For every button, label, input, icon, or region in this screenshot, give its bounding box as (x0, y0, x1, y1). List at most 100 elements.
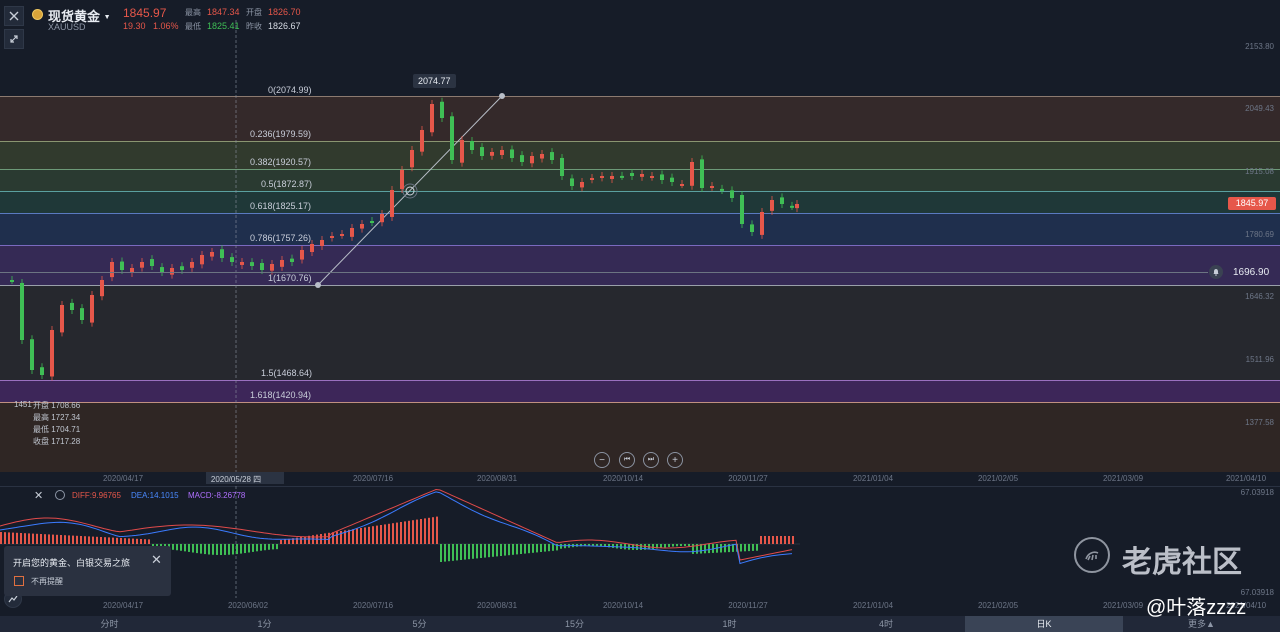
candle-body (360, 224, 364, 229)
macd-bar (488, 544, 490, 558)
macd-dea-label: DEA:14.1015 (131, 491, 179, 500)
price-chart[interactable] (0, 0, 1280, 472)
macd-bar (176, 544, 178, 551)
candle-body (200, 255, 204, 265)
macd-bar (404, 521, 406, 544)
zoom-out-button[interactable]: − (594, 452, 610, 468)
ohlc-open: 开盘 1708.66 (33, 401, 81, 410)
price-axis-label: 1646.32 (1245, 292, 1274, 301)
macd-bar (132, 538, 134, 544)
macd-bar (388, 523, 390, 544)
macd-bar (560, 544, 562, 549)
macd-bar (244, 544, 246, 554)
candle-body (630, 173, 634, 176)
candle-body (280, 260, 284, 267)
candle-body (50, 330, 54, 377)
macd-close-button[interactable]: ✕ (34, 489, 43, 502)
timeframe-tab-daily[interactable]: 日K (965, 616, 1123, 632)
macd-bar (324, 533, 326, 544)
macd-bar (516, 544, 518, 555)
macd-bar (28, 533, 30, 544)
macd-bar (108, 537, 110, 544)
low-value: 1825.41 (207, 21, 240, 31)
macd-bar (192, 544, 194, 553)
macd-bar (380, 525, 382, 544)
macd-bar (240, 544, 242, 554)
watermark-user: @叶落zzzz (1146, 597, 1247, 619)
macd-bar (384, 524, 386, 544)
candle-body (80, 308, 84, 320)
timeframe-tab-1min[interactable]: 1分 (187, 616, 342, 632)
macd-bar (668, 544, 670, 547)
timeframe-tab-1m-time[interactable]: 分时 (32, 616, 187, 632)
macd-bar (20, 533, 22, 544)
macd-bar (180, 544, 182, 551)
macd-bar (616, 544, 618, 549)
price-axis-label: 2049.43 (1245, 104, 1274, 113)
candle-body (370, 221, 374, 224)
macd-bar (764, 536, 766, 544)
macd-bar (364, 527, 366, 544)
expand-button[interactable] (4, 29, 24, 49)
macd-bar (40, 534, 42, 544)
macd-bar (32, 533, 34, 544)
macd-bar (216, 544, 218, 555)
candle-body (750, 224, 754, 232)
candle-body (680, 184, 684, 186)
macd-bar (300, 537, 302, 544)
candle-body (580, 182, 584, 188)
candle-body (730, 190, 734, 198)
settings-icon[interactable] (55, 490, 65, 500)
timeframe-tab-15min[interactable]: 15分 (497, 616, 652, 632)
candle-body (620, 175, 624, 178)
candle-body (300, 250, 304, 260)
skip-back-button[interactable]: ⏮ (619, 452, 635, 468)
macd-bar (536, 544, 538, 553)
macd-bar (92, 536, 94, 544)
candle-body (510, 149, 514, 158)
alert-line[interactable] (0, 272, 1208, 273)
prev-close-value: 1826.67 (268, 21, 301, 31)
zoom-in-button[interactable]: + (667, 452, 683, 468)
candle-body (710, 186, 714, 188)
candle-body (340, 234, 344, 236)
macd-bar (264, 544, 266, 551)
close-chart-button[interactable] (4, 6, 24, 26)
candle-body (90, 295, 94, 323)
high-value: 1847.34 (207, 7, 240, 17)
candle-body (420, 130, 424, 152)
timeframe-tab-5min[interactable]: 5分 (342, 616, 497, 632)
macd-bar (280, 540, 282, 544)
macd-bar (124, 538, 126, 544)
macd-bar (8, 532, 10, 544)
macd-bar (16, 532, 18, 544)
macd-bar (260, 544, 262, 551)
x-label: 2020/07/16 (352, 474, 394, 483)
macd-bar (272, 544, 274, 550)
candle-body (760, 212, 764, 235)
macd-bar (348, 529, 350, 544)
macd-bar (612, 544, 614, 548)
macd-bar (452, 544, 454, 561)
current-price-tag: 1845.97 (1228, 197, 1276, 210)
zoom-in-icon: + (672, 454, 678, 466)
timeframe-tab-4h[interactable]: 4时 (807, 616, 965, 632)
macd-bar (104, 537, 106, 544)
candle-body (790, 205, 794, 208)
macd-x-label: 2020/10/14 (602, 601, 644, 610)
skip-forward-button[interactable]: ⏭ (643, 452, 659, 468)
timeframe-tab-1h[interactable]: 1时 (652, 616, 807, 632)
bell-icon[interactable] (1209, 265, 1223, 279)
close-icon: ✕ (151, 552, 162, 567)
candle-body (560, 157, 564, 176)
macd-bar (120, 538, 122, 544)
macd-bar (664, 544, 666, 548)
macd-bar (128, 538, 130, 544)
candle-body (190, 262, 194, 268)
candle-body (70, 302, 74, 310)
macd-bar (148, 539, 150, 544)
notice-close-button[interactable]: ✕ (151, 552, 162, 568)
macd-bar (468, 544, 470, 560)
macd-bar (376, 525, 378, 544)
notice-checkbox[interactable] (14, 576, 24, 586)
